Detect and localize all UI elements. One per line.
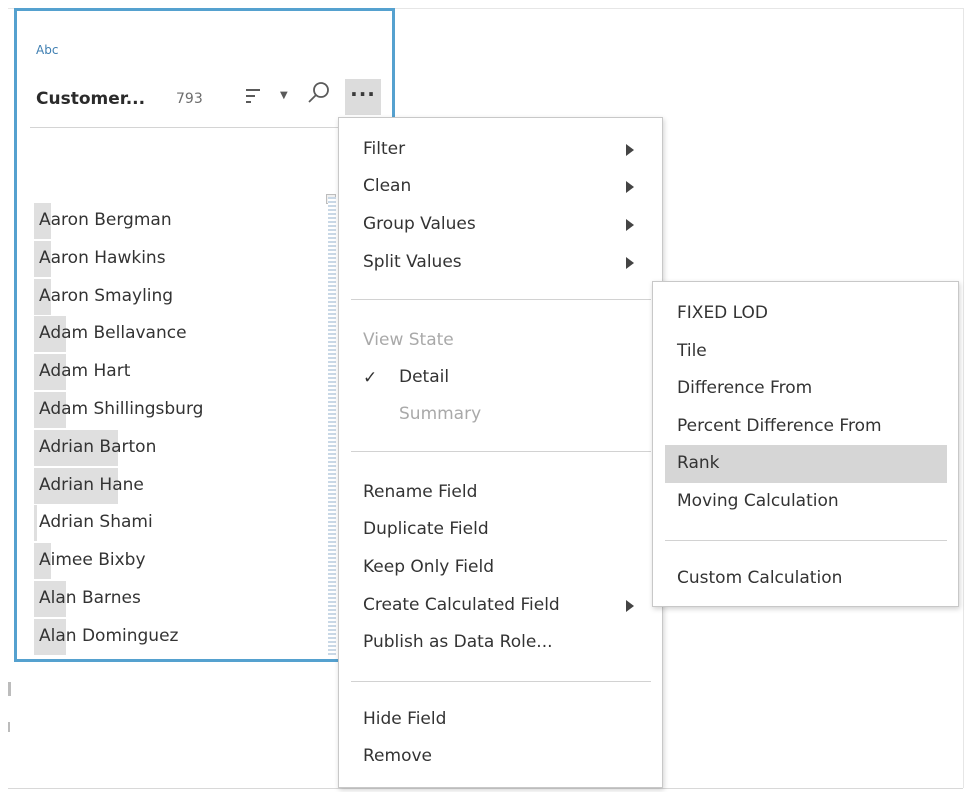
submenu-item-label: Tile bbox=[677, 341, 707, 361]
value-row[interactable]: Adam Hart bbox=[17, 354, 337, 391]
value-label: Aimee Bixby bbox=[39, 550, 146, 571]
data-type-label: Abc bbox=[36, 43, 59, 57]
submenu-item-custom-calculation[interactable]: Custom Calculation bbox=[653, 560, 958, 598]
value-label: Adrian Shami bbox=[39, 512, 153, 533]
submenu-item-moving-calculation[interactable]: Moving Calculation bbox=[653, 483, 958, 521]
value-label: Adrian Hane bbox=[39, 474, 144, 495]
menu-divider bbox=[351, 681, 651, 682]
backdrop-tick bbox=[8, 682, 11, 696]
chevron-right-icon bbox=[626, 257, 634, 269]
value-label: Adrian Barton bbox=[39, 436, 157, 457]
chevron-right-icon bbox=[626, 144, 634, 156]
search-icon[interactable] bbox=[306, 80, 332, 106]
calculated-field-submenu: FIXED LOD Tile Difference From Percent D… bbox=[652, 281, 959, 607]
menu-item-label: Duplicate Field bbox=[363, 519, 489, 539]
submenu-item-label: Rank bbox=[677, 453, 720, 473]
chevron-right-icon bbox=[626, 181, 634, 193]
menu-item-label: Group Values bbox=[363, 214, 476, 234]
value-row[interactable]: Aaron Smayling bbox=[17, 278, 337, 315]
menu-item-create-calculated-field[interactable]: Create Calculated Field bbox=[339, 588, 662, 624]
menu-item-duplicate-field[interactable]: Duplicate Field bbox=[339, 512, 662, 548]
value-count: 793 bbox=[176, 91, 203, 107]
menu-item-split-values[interactable]: Split Values bbox=[339, 245, 662, 281]
menu-item-detail[interactable]: ✓ Detail bbox=[339, 360, 662, 396]
menu-item-group-values[interactable]: Group Values bbox=[339, 207, 662, 243]
chevron-right-icon bbox=[626, 600, 634, 612]
menu-item-label: Remove bbox=[363, 746, 432, 766]
submenu-item-label: Custom Calculation bbox=[677, 568, 843, 588]
menu-item-label: Create Calculated Field bbox=[363, 595, 560, 615]
menu-item-label: Rename Field bbox=[363, 482, 478, 502]
menu-item-rename-field[interactable]: Rename Field bbox=[339, 475, 662, 511]
value-label: Adam Hart bbox=[39, 361, 131, 382]
header-divider bbox=[30, 127, 340, 128]
value-row[interactable]: Alan Dominguez bbox=[17, 618, 337, 655]
scrollbar[interactable] bbox=[328, 197, 336, 657]
value-label: Aaron Hawkins bbox=[39, 247, 166, 268]
menu-item-label: Summary bbox=[399, 404, 482, 424]
menu-item-publish-data-role[interactable]: Publish as Data Role... bbox=[339, 625, 662, 661]
submenu-item-percent-difference-from[interactable]: Percent Difference From bbox=[653, 408, 958, 446]
menu-item-label: Detail bbox=[399, 367, 450, 387]
menu-item-label: Clean bbox=[363, 176, 412, 196]
submenu-item-label: Percent Difference From bbox=[677, 416, 882, 436]
menu-item-label: Hide Field bbox=[363, 709, 447, 729]
value-row[interactable]: Aimee Bixby bbox=[17, 543, 337, 580]
more-options-button[interactable]: ··· bbox=[345, 79, 381, 115]
menu-item-keep-only-field[interactable]: Keep Only Field bbox=[339, 550, 662, 586]
menu-divider bbox=[351, 451, 651, 452]
value-row[interactable]: Adam Bellavance bbox=[17, 316, 337, 353]
value-label: Aaron Smayling bbox=[39, 285, 174, 306]
menu-item-label: Split Values bbox=[363, 252, 462, 272]
menu-item-filter[interactable]: Filter bbox=[339, 132, 662, 168]
more-options-icon: ··· bbox=[350, 82, 376, 106]
value-label: Aaron Bergman bbox=[39, 210, 172, 230]
submenu-item-difference-from[interactable]: Difference From bbox=[653, 370, 958, 408]
menu-item-label: Publish as Data Role... bbox=[363, 632, 553, 652]
value-row[interactable]: Adrian Barton bbox=[17, 429, 337, 466]
menu-item-summary[interactable]: Summary bbox=[339, 397, 662, 433]
view-state-header: View State bbox=[363, 330, 454, 350]
value-label: Alan Dominguez bbox=[39, 625, 179, 646]
value-label: Adam Shillingsburg bbox=[39, 399, 204, 419]
chevron-right-icon bbox=[626, 219, 634, 231]
value-row[interactable]: Adrian Hane bbox=[17, 467, 337, 504]
submenu-divider bbox=[665, 540, 947, 541]
submenu-item-label: FIXED LOD bbox=[677, 303, 769, 323]
sort-icon[interactable] bbox=[244, 85, 266, 107]
prep-canvas: Abc Customer... 793 ▼ ··· Aaron Bergman A… bbox=[0, 0, 969, 792]
submenu-item-rank[interactable]: Rank bbox=[653, 445, 958, 483]
backdrop-tick bbox=[8, 722, 10, 732]
value-row[interactable]: Alan Barnes bbox=[17, 581, 337, 617]
menu-divider bbox=[351, 299, 651, 300]
submenu-item-tile[interactable]: Tile bbox=[653, 333, 958, 371]
value-label: Alan Barnes bbox=[39, 588, 141, 608]
submenu-item-label: Difference From bbox=[677, 378, 813, 398]
menu-item-remove[interactable]: Remove bbox=[339, 739, 662, 775]
checkmark-icon: ✓ bbox=[363, 368, 378, 388]
value-label: Adam Bellavance bbox=[39, 323, 187, 344]
value-frequency-bar bbox=[34, 505, 37, 542]
submenu-item-label: Moving Calculation bbox=[677, 491, 839, 511]
value-row[interactable]: Adrian Shami bbox=[17, 505, 337, 542]
menu-item-label: Keep Only Field bbox=[363, 557, 494, 577]
value-row[interactable]: Aaron Hawkins bbox=[17, 240, 337, 277]
chevron-down-icon[interactable]: ▼ bbox=[280, 90, 288, 101]
menu-item-hide-field[interactable]: Hide Field bbox=[339, 702, 662, 738]
submenu-item-fixed-lod[interactable]: FIXED LOD bbox=[653, 295, 958, 333]
field-name[interactable]: Customer... bbox=[36, 89, 145, 109]
menu-item-clean[interactable]: Clean bbox=[339, 169, 662, 205]
field-context-menu: Filter Clean Group Values Split Values V… bbox=[338, 117, 663, 788]
value-row[interactable]: Adam Shillingsburg bbox=[17, 392, 337, 428]
value-row[interactable]: Aaron Bergman bbox=[17, 203, 337, 239]
canvas-border-right bbox=[963, 8, 964, 788]
menu-item-label: Filter bbox=[363, 139, 406, 159]
canvas-border-bottom bbox=[8, 788, 963, 789]
